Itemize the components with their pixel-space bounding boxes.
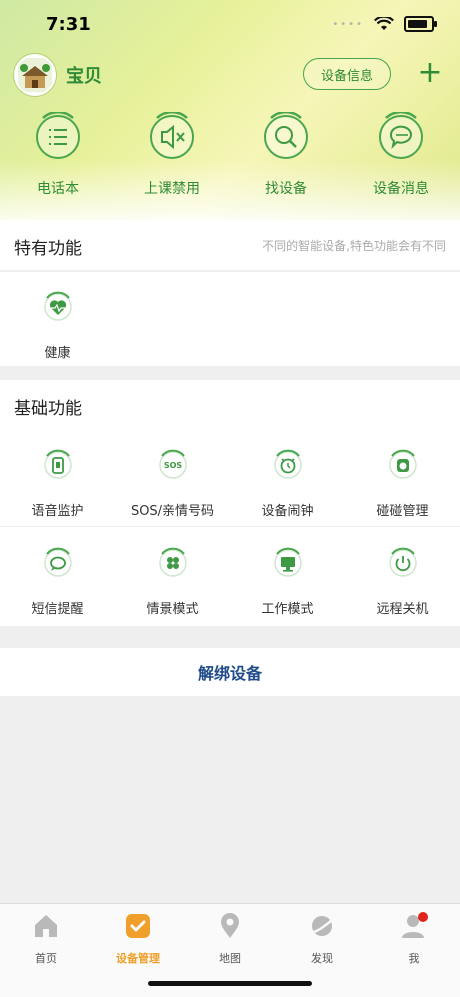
- device-info-button[interactable]: 设备信息: [303, 58, 391, 90]
- quick-action-device-messages[interactable]: 设备消息: [353, 110, 449, 198]
- tab-device-manage[interactable]: 设备管理: [92, 912, 184, 966]
- feature-health[interactable]: 健康: [0, 290, 115, 361]
- quick-action-label: 设备消息: [373, 181, 429, 197]
- section-title: 基础功能: [14, 399, 82, 419]
- tab-label: 我: [408, 952, 420, 965]
- basic-features-header: 基础功能: [0, 380, 460, 430]
- quick-action-find-device[interactable]: 找设备: [238, 110, 334, 198]
- feature-bump-manage[interactable]: 碰碰管理: [345, 448, 460, 519]
- feature-label: 设备闹钟: [261, 504, 314, 519]
- search-icon: [264, 110, 308, 159]
- tab-discover[interactable]: 发现: [276, 912, 368, 966]
- quick-action-label: 上课禁用: [144, 181, 200, 197]
- scene-mode-icon: [158, 547, 187, 577]
- section-title: 特有功能: [14, 239, 82, 259]
- battery-level: [408, 20, 427, 28]
- wifi-icon: [374, 17, 394, 30]
- feature-label: 短信提醒: [31, 602, 84, 617]
- sms-icon: [43, 547, 72, 577]
- message-bubble-icon: [379, 110, 423, 159]
- alarm-clock-icon: [273, 449, 302, 479]
- feature-label: 情景模式: [146, 602, 199, 617]
- sos-icon: SOS: [158, 449, 187, 479]
- baby-name[interactable]: 宝贝: [66, 62, 102, 88]
- feature-label: 碰碰管理: [376, 504, 429, 519]
- home-icon: [35, 915, 57, 937]
- unbind-device-button[interactable]: 解绑设备: [0, 648, 460, 696]
- basic-features-panel: 语音监护 SOS SOS/亲情号码 设备闹钟 碰碰管理 短信提醒 情景模式 工作…: [0, 430, 460, 626]
- quick-action-label: 找设备: [265, 181, 307, 197]
- status-bar: 7:31 ••••: [0, 0, 460, 50]
- tab-label: 首页: [35, 952, 57, 965]
- feature-label: 语音监护: [31, 504, 84, 519]
- tab-home[interactable]: 首页: [0, 912, 92, 966]
- phonebook-list-icon: [36, 110, 80, 159]
- special-features-header: 特有功能 不同的智能设备,特色功能会有不同: [0, 220, 460, 270]
- quick-action-class-mute[interactable]: 上课禁用: [124, 110, 220, 198]
- tab-label: 设备管理: [116, 952, 160, 965]
- sos-icon-text: SOS: [163, 461, 182, 470]
- tab-label: 发现: [311, 952, 333, 965]
- work-mode-icon: [273, 547, 302, 577]
- user-icon: [402, 912, 428, 938]
- signal-dots-icon: ••••: [332, 18, 364, 30]
- feature-work-mode[interactable]: 工作模式: [230, 546, 345, 617]
- house-avatar-icon: [18, 58, 52, 92]
- grid-divider: [0, 526, 460, 527]
- status-time: 7:31: [46, 14, 91, 35]
- special-features-panel: 健康: [0, 272, 460, 366]
- device-manage-icon: [126, 914, 150, 938]
- tab-map[interactable]: 地图: [184, 912, 276, 966]
- bump-manage-icon: [388, 449, 417, 479]
- feature-device-alarm[interactable]: 设备闹钟: [230, 448, 345, 519]
- quick-action-label: 电话本: [37, 181, 79, 197]
- add-device-button[interactable]: +: [416, 56, 444, 90]
- battery-icon: [404, 16, 437, 32]
- health-heart-icon: [43, 291, 72, 321]
- feature-remote-shutdown[interactable]: 远程关机: [345, 546, 460, 617]
- tab-me[interactable]: 我: [368, 912, 460, 966]
- section-hint: 不同的智能设备,特色功能会有不同: [262, 239, 446, 253]
- feature-label: 健康: [44, 346, 71, 361]
- power-icon: [388, 547, 417, 577]
- feature-label: SOS/亲情号码: [130, 504, 215, 519]
- discover-planet-icon: [309, 916, 335, 936]
- tab-label: 地图: [219, 952, 241, 965]
- feature-sos[interactable]: SOS SOS/亲情号码: [115, 448, 230, 519]
- avatar[interactable]: [14, 54, 56, 96]
- feature-scene-mode[interactable]: 情景模式: [115, 546, 230, 617]
- notification-badge: [418, 912, 428, 922]
- feature-sms-reminder[interactable]: 短信提醒: [0, 546, 115, 617]
- home-indicator: [148, 981, 312, 986]
- feature-label: 工作模式: [261, 602, 314, 617]
- feature-voice-monitor[interactable]: 语音监护: [0, 448, 115, 519]
- quick-action-phonebook[interactable]: 电话本: [10, 110, 106, 198]
- voice-monitor-icon: [43, 449, 72, 479]
- mute-speaker-icon: [150, 110, 194, 159]
- map-pin-icon: [221, 913, 239, 938]
- feature-label: 远程关机: [376, 602, 429, 617]
